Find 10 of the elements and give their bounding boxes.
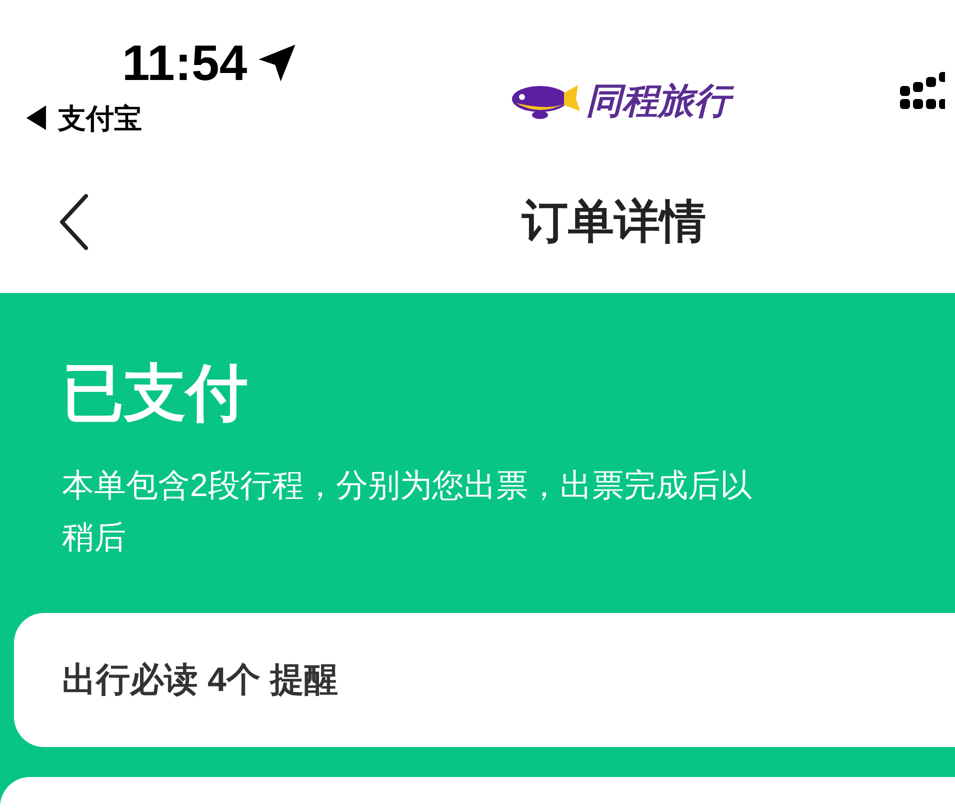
back-chevron-icon[interactable] <box>58 194 90 250</box>
status-time: 11:54 <box>122 38 248 88</box>
status-message: 本单包含2段行程，分别为您出票，出票完成后以 <box>62 466 752 505</box>
status-message: 稍后 <box>62 518 126 557</box>
status-title: 已支付 <box>62 363 248 425</box>
notice-label: 出行必读 4个 提醒 <box>62 660 338 700</box>
back-to-app-link[interactable]: ◀ 支付宝 <box>22 98 142 140</box>
signal-dots-icon <box>900 72 945 110</box>
page-title: 订单详情 <box>522 194 706 249</box>
notice-card[interactable]: 出行必读 4个 提醒 <box>14 613 955 747</box>
